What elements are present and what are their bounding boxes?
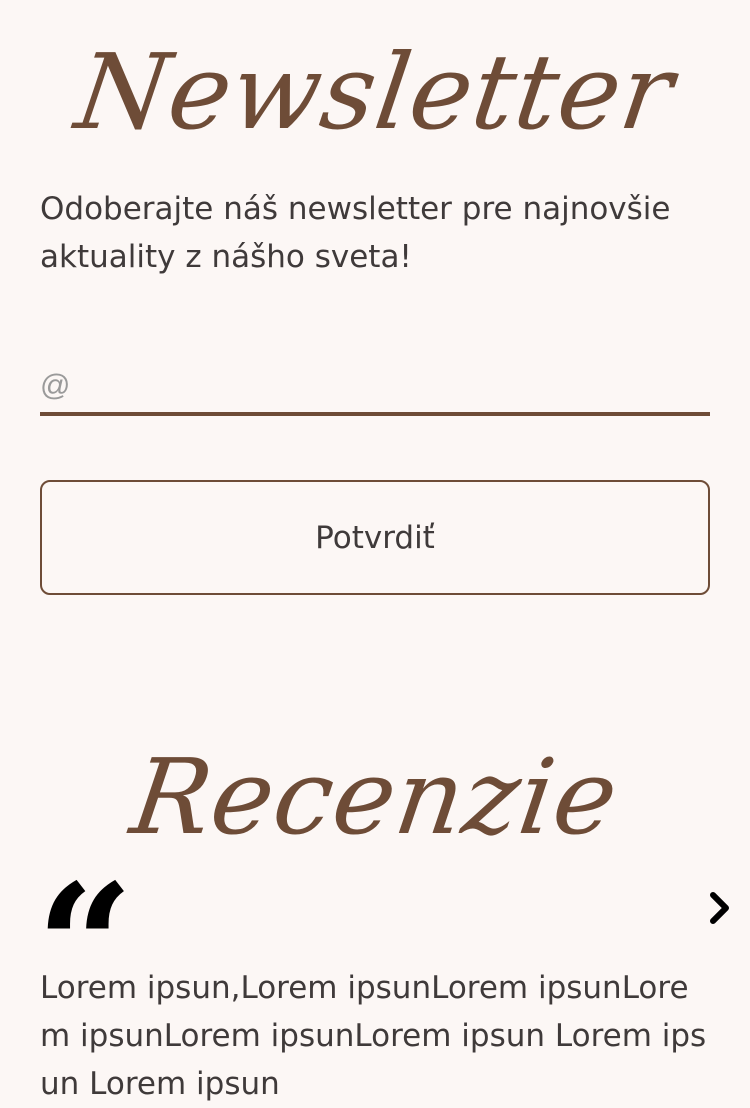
chevron-right-icon-shape (710, 892, 729, 924)
newsletter-title: Newsletter (69, 31, 681, 153)
email-input[interactable] (40, 360, 710, 416)
chevron-right-icon[interactable] (700, 886, 740, 930)
email-field-wrapper (40, 360, 710, 416)
submit-button[interactable]: Potvrdiť (40, 480, 710, 595)
review-text: Lorem ipsun,Lorem ipsunLorem ipsunLorem … (40, 970, 707, 1102)
newsletter-intro-text: Odoberajte náš newsletter pre najnovšie … (40, 191, 671, 275)
